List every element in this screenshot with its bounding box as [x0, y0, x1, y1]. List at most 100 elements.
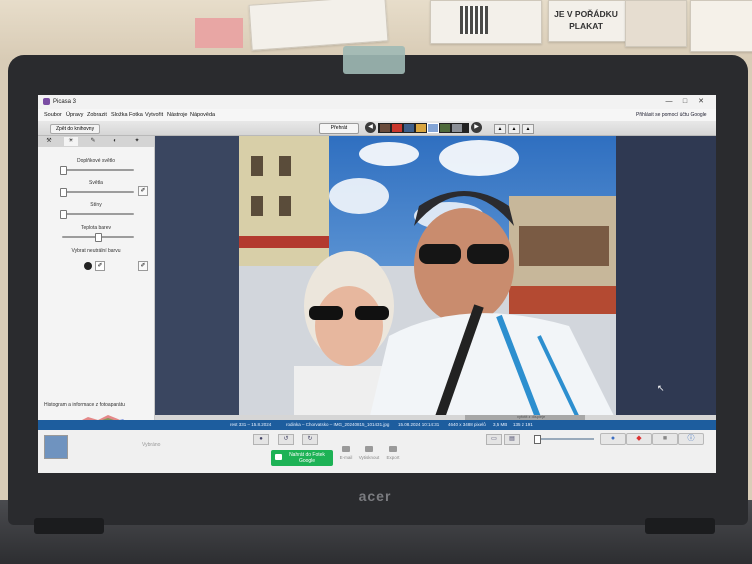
print-icon [365, 446, 373, 452]
menu-zobrazit[interactable]: Zobrazit [87, 112, 107, 118]
thumbnail-current[interactable] [427, 123, 439, 133]
photos-icon [275, 454, 282, 460]
print-button[interactable]: Vytisknout [356, 446, 382, 460]
shadows-label: Stíny [90, 202, 102, 208]
email-label: E-mail [339, 455, 353, 460]
edit-tabs: ⚒ ☀ ✎ ◐ ✦ [38, 136, 154, 147]
photo-viewer[interactable] [155, 136, 716, 420]
thumbnail[interactable] [392, 124, 402, 132]
view-mode-icon[interactable]: ▤ [504, 434, 520, 445]
effects-icon[interactable]: ✦ [130, 137, 144, 146]
edit-panel: ⚒ ☀ ✎ ◐ ✦ Doplňkové světlo Světla ✐ Stín… [38, 136, 155, 432]
info-datetime: 15.08.2024 10:14:31 [398, 422, 440, 427]
right-arrow-icon[interactable]: ▶ [471, 122, 482, 133]
neutral-color-swatch[interactable] [84, 262, 92, 270]
brush-icon[interactable]: ✎ [86, 137, 100, 146]
pink-note [195, 18, 243, 48]
viewer-margin [616, 136, 716, 420]
fill-light-knob[interactable] [60, 166, 68, 175]
thumbnail-strip[interactable] [378, 123, 469, 133]
back-to-library-button[interactable]: Zpět do knihovny [50, 124, 101, 134]
upload-google-photos-button[interactable]: Nahrát do Fotek Google [271, 450, 333, 466]
export-icon [389, 446, 397, 452]
menu-upravy[interactable]: Úpravy [66, 112, 83, 118]
info-dimensions: 4640 x 3488 pixelů [448, 422, 486, 427]
palette-icon[interactable]: ◐ [108, 137, 122, 146]
menu-soubor[interactable]: Soubor [44, 112, 62, 118]
color-temp-knob[interactable] [95, 233, 102, 242]
play-slideshow-button[interactable]: Přehrát [319, 123, 359, 134]
window-titlebar: Picasa 3 — □ ✕ [38, 95, 716, 109]
highlights-knob[interactable] [60, 188, 68, 197]
selfie-photo[interactable] [239, 136, 616, 420]
zoom-button[interactable]: ▲ [508, 124, 520, 134]
info-filesize: 3,5 MB [493, 422, 508, 427]
google-sign-in-link[interactable]: Přihlásit se pomocí účtu Google [636, 112, 707, 118]
mouse-cursor: ↖ [657, 383, 665, 393]
laptop-hinge [34, 518, 104, 534]
eyedropper-icon[interactable]: ✐ [138, 261, 148, 271]
maximize-button[interactable]: □ [678, 97, 692, 107]
menu-slozka[interactable]: Složka [111, 112, 128, 118]
upload-label: Nahrát do Fotek Google [289, 452, 325, 464]
rotate-right-icon[interactable]: ↻ [302, 434, 318, 445]
left-arrow-icon[interactable]: ◀ [365, 122, 376, 133]
wrench-icon[interactable]: ⚒ [42, 137, 56, 146]
picasa-icon [43, 98, 50, 105]
zoom-button[interactable]: ▲ [522, 124, 534, 134]
qr-code [460, 6, 488, 34]
window-title: Picasa 3 [53, 99, 77, 105]
thumbnail[interactable] [380, 124, 390, 132]
highlights-slider[interactable] [62, 191, 134, 193]
tray-thumbnail[interactable] [44, 435, 68, 459]
pin-icon[interactable]: ● [253, 434, 269, 445]
shadows-knob[interactable] [60, 210, 68, 219]
places-icon[interactable]: ◆ [626, 433, 652, 445]
info-position: 135 z 191 [513, 422, 533, 427]
info-icon[interactable]: ⓘ [678, 433, 704, 445]
zoom-fit-button[interactable]: ▲ [494, 124, 506, 134]
histogram-title: Histogram a informace z fotoaparátu [44, 402, 125, 408]
wall-paper [690, 0, 752, 52]
menu-vytvorit[interactable]: Vytvořit [145, 112, 163, 118]
photo-caption: vyfotit z displeje [517, 414, 546, 419]
close-button[interactable]: ✕ [694, 97, 708, 107]
menu-nastroje[interactable]: Nástroje [167, 112, 187, 118]
eyedropper-icon[interactable]: ✐ [95, 261, 105, 271]
laptop-screen: Picasa 3 — □ ✕ Soubor Úpravy Zobrazit Sl… [38, 95, 716, 473]
people-icon[interactable]: ● [600, 433, 626, 445]
neutral-color-label: Vybrat neutrální barvu [71, 248, 121, 254]
wall-paper [625, 0, 687, 47]
webcam-cover [343, 46, 405, 74]
brightness-icon[interactable]: ☀ [64, 137, 78, 146]
export-button[interactable]: Export [380, 446, 406, 460]
toolbar: Zpět do knihovny Přehrát ◀ ▶ ▲ ▲ ▲ [38, 121, 716, 136]
tags-icon[interactable]: ■ [652, 433, 678, 445]
shadows-slider[interactable] [62, 213, 134, 215]
photo-info-bar: rest 331 – 15.8.2024 rodinka – Chorvatsk… [38, 420, 716, 430]
thumbnail-size-knob[interactable] [534, 435, 541, 444]
wall-poster-text: JE V POŘÁDKU PLAKAT [554, 9, 618, 31]
thumbnail-size-slider[interactable] [534, 438, 594, 440]
info-filename: rodinka – Chorvatsko – IMG_20240815_1014… [286, 422, 390, 427]
thumbnail[interactable] [404, 124, 414, 132]
thumbnail[interactable] [440, 124, 450, 132]
laptop-logo: acer [358, 488, 392, 504]
print-label: Vytisknout [358, 455, 380, 460]
tray-label: Vybráno [142, 442, 161, 448]
photo-tray: Vybráno ● ↺ ↻ Nahrát do Fotek Google E-m… [38, 430, 716, 473]
fill-light-slider[interactable] [62, 169, 134, 171]
rotate-left-icon[interactable]: ↺ [278, 434, 294, 445]
view-mode-icon[interactable]: ▭ [486, 434, 502, 445]
thumbnail[interactable] [416, 124, 426, 132]
email-icon [342, 446, 350, 452]
export-label: Export [386, 455, 400, 460]
fill-light-label: Doplňkové světlo [76, 158, 116, 164]
minimize-button[interactable]: — [662, 97, 676, 107]
eyedropper-icon[interactable]: ✐ [138, 186, 148, 196]
info-folder: rest 331 – 15.8.2024 [230, 422, 272, 427]
menu-bar: Soubor Úpravy Zobrazit Složka Fotka Vytv… [38, 109, 716, 121]
menu-napoveda[interactable]: Nápověda [190, 112, 215, 118]
menu-fotka[interactable]: Fotka [129, 112, 143, 118]
thumbnail[interactable] [452, 124, 462, 132]
